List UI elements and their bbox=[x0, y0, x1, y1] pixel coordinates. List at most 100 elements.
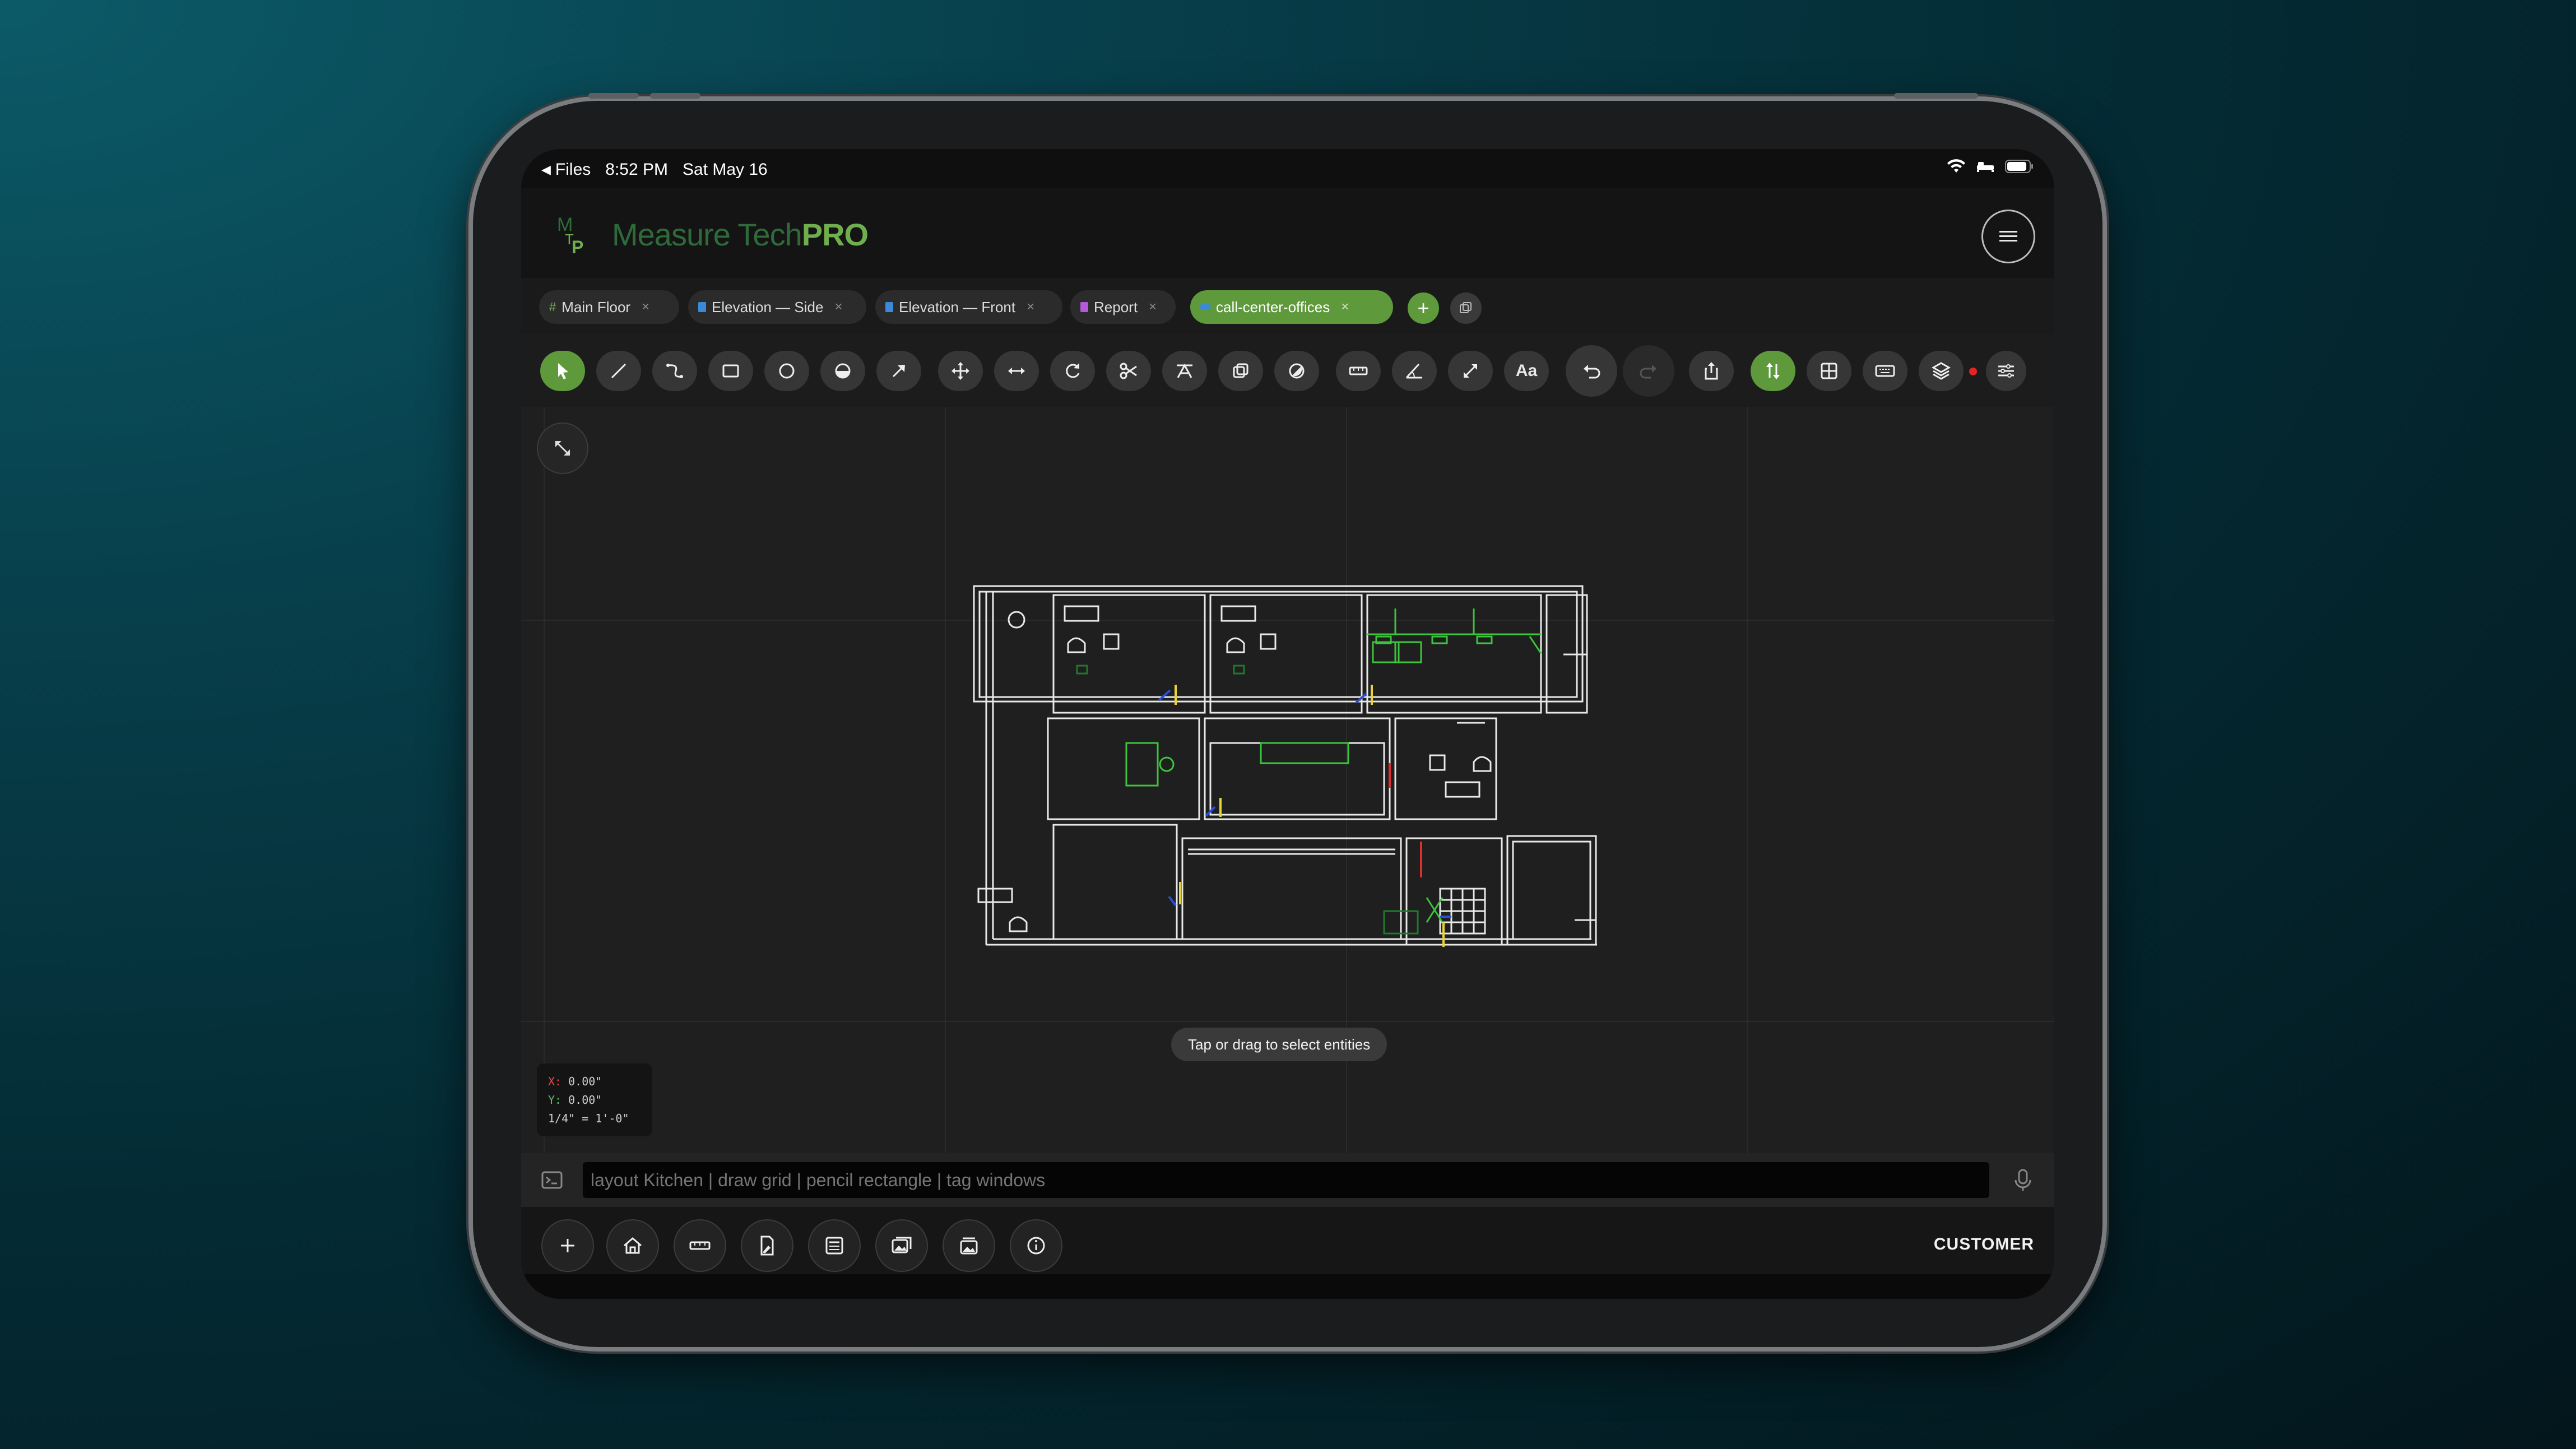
status-bar: ◀ Files 8:52 PM Sat May 16 bbox=[521, 149, 2054, 188]
close-tab-icon[interactable]: × bbox=[1027, 299, 1034, 315]
cut-tool-button[interactable] bbox=[1106, 351, 1151, 391]
ruler-icon bbox=[689, 1241, 711, 1250]
photo-stack-icon bbox=[960, 1237, 978, 1255]
microphone-icon[interactable] bbox=[2012, 1168, 2034, 1192]
drawing-canvas[interactable]: Tap or drag to select entities X: 0.00" … bbox=[521, 407, 2054, 1153]
scale-tool-button[interactable] bbox=[1448, 351, 1493, 391]
close-tab-icon[interactable]: × bbox=[1149, 299, 1157, 315]
tab-elevation-front[interactable]: Elevation — Front × bbox=[875, 290, 1062, 324]
share-button[interactable] bbox=[1689, 351, 1734, 391]
duplicate-tab-button[interactable] bbox=[1450, 292, 1482, 324]
circle-tool-button[interactable] bbox=[764, 351, 809, 391]
rectangle-tool-button[interactable] bbox=[708, 351, 753, 391]
settings-button[interactable] bbox=[1986, 351, 2026, 391]
add-button[interactable] bbox=[541, 1219, 594, 1272]
dimension-tool-button[interactable] bbox=[1336, 351, 1381, 391]
document-icon bbox=[1080, 302, 1088, 312]
line-tool-button[interactable] bbox=[596, 351, 641, 391]
tab-call-center-offices[interactable]: call-center-offices × bbox=[1190, 290, 1393, 324]
text-tool-label: Aa bbox=[1515, 361, 1538, 380]
flip-toggle-button[interactable] bbox=[1751, 351, 1795, 391]
redo-button[interactable] bbox=[1623, 345, 1674, 397]
house-icon bbox=[624, 1237, 642, 1254]
info-icon bbox=[1027, 1237, 1045, 1255]
wifi-icon bbox=[1947, 159, 1965, 173]
lower-storage-inner bbox=[1512, 840, 1591, 940]
table-icon bbox=[1821, 363, 1837, 379]
copy-tool-button[interactable] bbox=[1218, 351, 1263, 391]
add-tab-button[interactable]: + bbox=[1408, 292, 1439, 324]
floor-plan-drawing[interactable] bbox=[947, 575, 1619, 978]
move-icon bbox=[952, 362, 969, 380]
hamburger-menu-button[interactable] bbox=[1981, 210, 2035, 263]
chair bbox=[1009, 916, 1028, 932]
undo-button[interactable] bbox=[1566, 345, 1617, 397]
select-tool-button[interactable] bbox=[540, 351, 585, 391]
app-header: M T P Measure TechPRO bbox=[521, 188, 2054, 278]
svg-text:P: P bbox=[572, 237, 583, 256]
angle-tool-button[interactable] bbox=[1392, 351, 1437, 391]
measure-button[interactable] bbox=[674, 1219, 726, 1272]
terminal-icon[interactable] bbox=[541, 1170, 564, 1190]
tab-report[interactable]: Report × bbox=[1070, 290, 1176, 324]
status-time: 8:52 PM bbox=[605, 160, 668, 179]
photos-button[interactable] bbox=[943, 1219, 995, 1272]
home-button[interactable] bbox=[606, 1219, 659, 1272]
cabinet bbox=[977, 888, 1013, 903]
room-7 bbox=[1052, 824, 1178, 940]
move-tool-button[interactable] bbox=[938, 351, 983, 391]
offset-tool-button[interactable] bbox=[1162, 351, 1207, 391]
coordinate-readout: X: 0.00" Y: 0.00" 1/4" = 1'-0" bbox=[537, 1063, 652, 1136]
customer-mode-button[interactable]: CUSTOMER bbox=[1934, 1235, 2034, 1254]
mirror-tool-button[interactable] bbox=[994, 351, 1039, 391]
text-tool-button[interactable]: Aa bbox=[1504, 351, 1549, 391]
room-4 bbox=[1047, 717, 1200, 820]
tab-elevation-side[interactable]: Elevation — Side × bbox=[688, 290, 866, 324]
half-circle-icon bbox=[835, 363, 851, 379]
mtp-logo-icon: M T P bbox=[557, 214, 583, 256]
angle-icon bbox=[1405, 363, 1422, 379]
close-tab-icon[interactable]: × bbox=[1341, 299, 1349, 315]
keyboard-icon bbox=[1875, 365, 1895, 377]
gallery-button[interactable] bbox=[875, 1219, 928, 1272]
info-button[interactable] bbox=[1010, 1219, 1062, 1272]
close-tab-icon[interactable]: × bbox=[642, 299, 649, 315]
sheet-icon bbox=[825, 1237, 843, 1255]
green-table bbox=[1125, 742, 1159, 787]
half-circle-tool-button[interactable] bbox=[820, 351, 865, 391]
arrow-icon bbox=[892, 365, 905, 378]
scissors-icon bbox=[1120, 363, 1137, 379]
arc-tool-button[interactable] bbox=[652, 351, 697, 391]
document-edit-button[interactable] bbox=[741, 1219, 793, 1272]
ruler-icon bbox=[1349, 366, 1368, 375]
chair bbox=[1067, 637, 1086, 653]
line-icon bbox=[611, 363, 626, 379]
desk bbox=[1220, 605, 1256, 622]
arrow-tool-button[interactable] bbox=[876, 351, 921, 391]
fullscreen-button[interactable] bbox=[537, 422, 588, 474]
back-to-files[interactable]: ◀ Files bbox=[541, 160, 591, 179]
tab-main-floor[interactable]: # Main Floor × bbox=[539, 290, 679, 324]
rectangle-icon bbox=[722, 364, 739, 378]
rotate-tool-button[interactable] bbox=[1050, 351, 1095, 391]
chair bbox=[1473, 756, 1492, 772]
close-tab-icon[interactable]: × bbox=[834, 299, 842, 315]
command-input[interactable] bbox=[583, 1162, 1989, 1198]
room-5 bbox=[1204, 717, 1391, 820]
horizontal-arrows-icon bbox=[1008, 368, 1025, 374]
power-button bbox=[1894, 93, 1978, 99]
document-icon bbox=[885, 302, 893, 312]
sheet-button[interactable] bbox=[808, 1219, 861, 1272]
keyboard-button[interactable] bbox=[1863, 351, 1907, 391]
gallery-icon bbox=[892, 1237, 912, 1253]
status-date: Sat May 16 bbox=[683, 160, 768, 179]
plus-icon bbox=[561, 1239, 574, 1252]
cursor-icon bbox=[558, 363, 568, 379]
doc-pen-icon bbox=[760, 1236, 774, 1256]
chair bbox=[1226, 637, 1245, 653]
fill-tool-button[interactable] bbox=[1274, 351, 1319, 391]
table-tool-button[interactable] bbox=[1807, 351, 1851, 391]
lower-storage bbox=[1506, 835, 1597, 946]
layers-button[interactable] bbox=[1919, 351, 1964, 391]
upper-wing-inner-wall bbox=[978, 591, 1578, 698]
